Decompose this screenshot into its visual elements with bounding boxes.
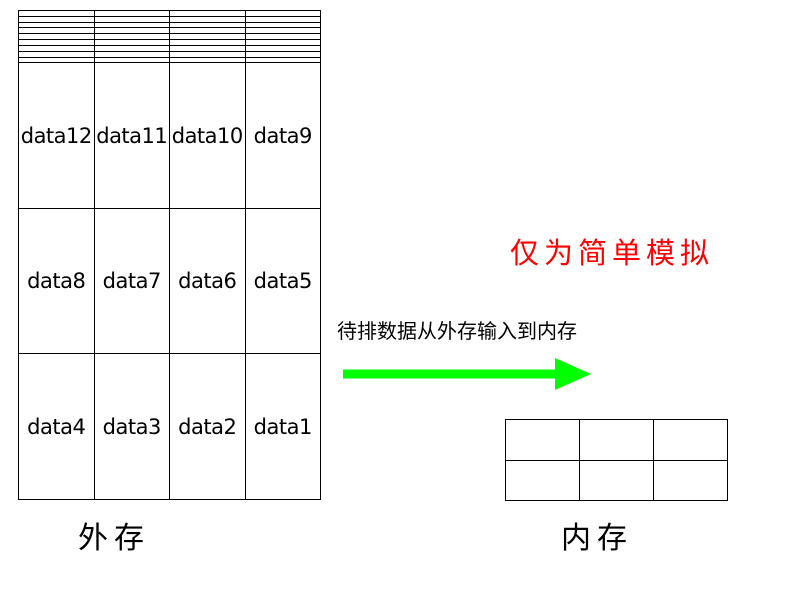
int-cell xyxy=(579,419,654,461)
arrow-head xyxy=(555,358,591,390)
ext-cell: data11 xyxy=(93,62,170,209)
int-cell xyxy=(653,459,728,501)
int-cell xyxy=(653,419,728,461)
ext-row: data8 data7 data6 data5 xyxy=(18,207,321,355)
ext-cell: data1 xyxy=(244,353,321,500)
ext-row: data12 data11 data10 data9 xyxy=(18,62,321,209)
internal-memory-label: 内存 xyxy=(561,521,633,556)
diagram-canvas: data12 data11 data10 data9 data8 data7 data6 da… xyxy=(0,0,800,600)
ext-cell: data10 xyxy=(169,62,246,209)
ext-cell: data5 xyxy=(244,207,321,355)
ext-cell: data2 xyxy=(169,353,246,500)
ext-cell: data4 xyxy=(18,353,95,500)
ext-cell: data12 xyxy=(18,62,95,209)
int-row xyxy=(505,459,728,501)
int-cell xyxy=(505,459,580,501)
ext-cell: data6 xyxy=(169,207,246,355)
ext-cell: data3 xyxy=(93,353,170,500)
ext-cell: data7 xyxy=(93,207,170,355)
int-cell xyxy=(579,459,654,501)
transfer-arrow-icon xyxy=(343,358,591,390)
int-row xyxy=(505,419,728,461)
int-cell xyxy=(505,419,580,461)
external-storage-label: 外存 xyxy=(78,521,150,556)
ext-cell: data8 xyxy=(18,207,95,355)
ext-row: data4 data3 data2 data1 xyxy=(18,353,321,500)
arrow-label: 待排数据从外存输入到内存 xyxy=(337,319,577,343)
internal-memory-grid xyxy=(505,419,728,501)
simulation-note: 仅为简单模拟 xyxy=(510,236,715,270)
ext-cell: data9 xyxy=(244,62,321,209)
external-storage-grid: data12 data11 data10 data9 data8 data7 data6 da… xyxy=(18,10,321,500)
